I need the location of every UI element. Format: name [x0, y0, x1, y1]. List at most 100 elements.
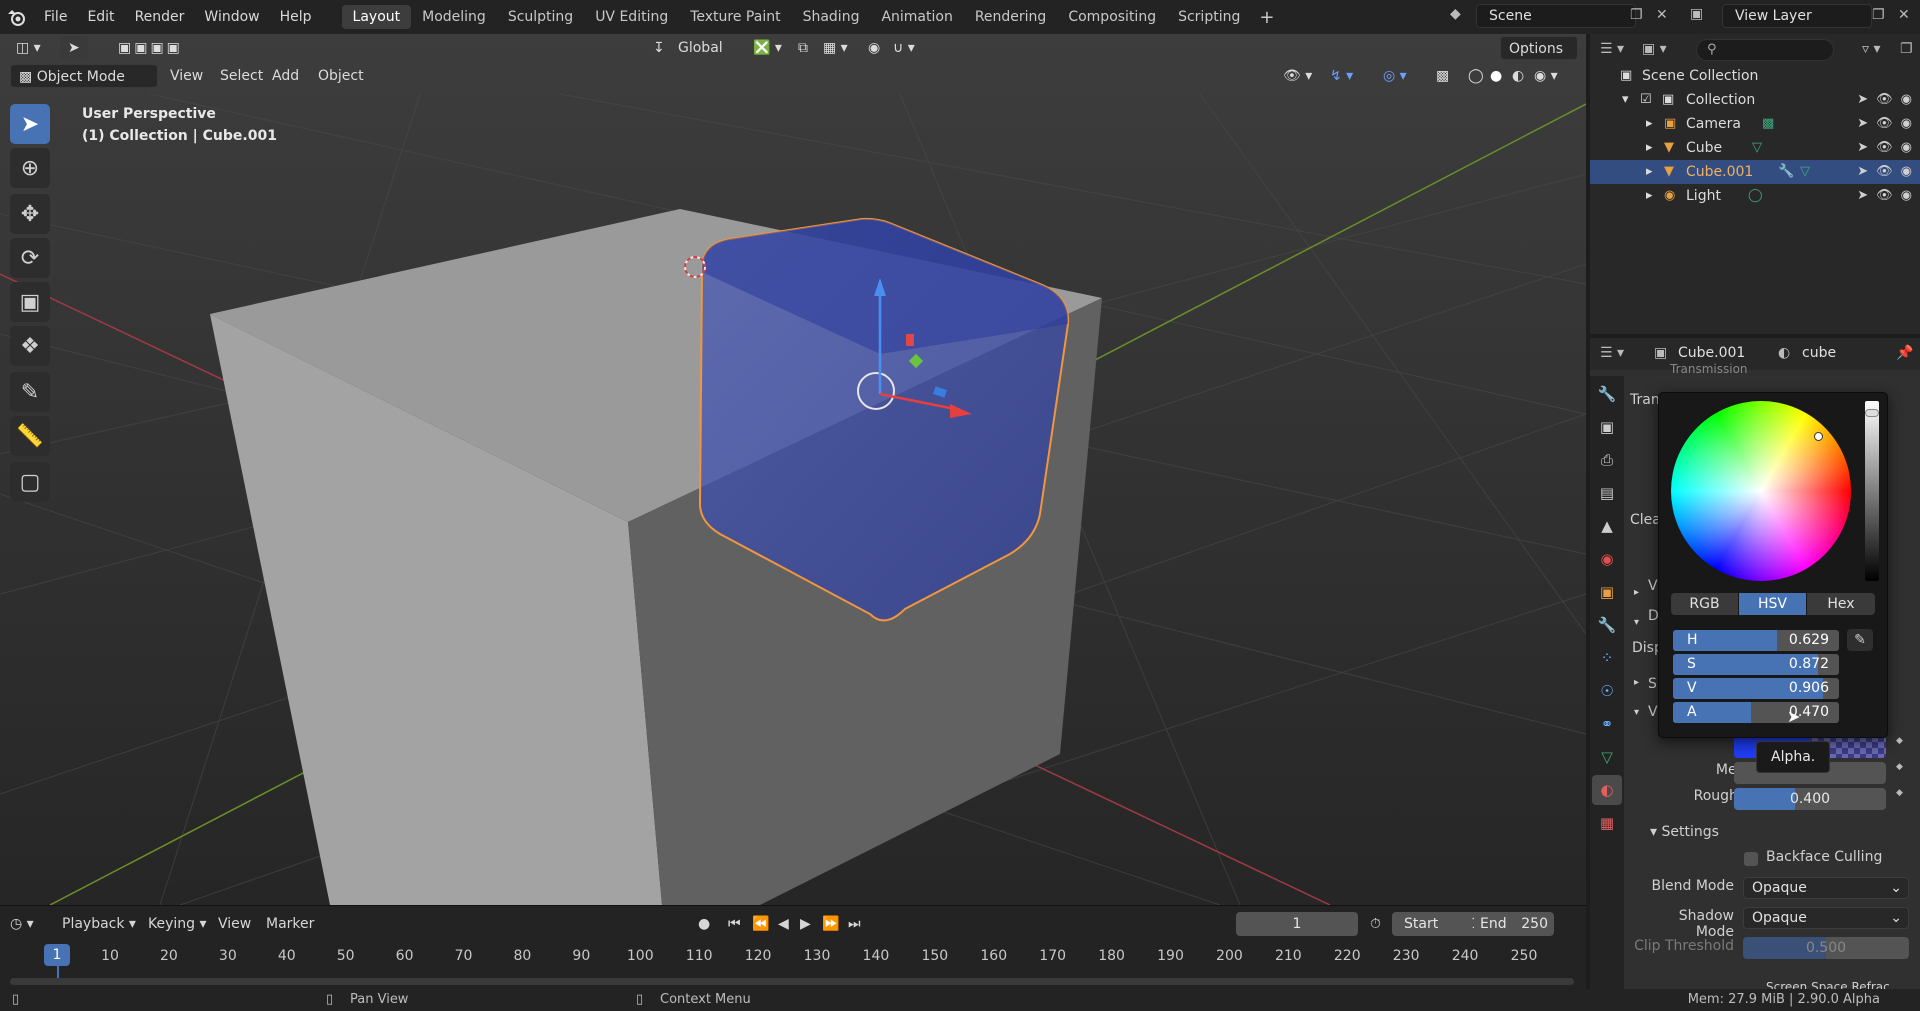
outliner-search-input[interactable]: ⚲	[1696, 39, 1834, 61]
move-tool-icon[interactable]: ✥	[10, 194, 50, 234]
select-mode-icons[interactable]: ▣▣▣▣	[110, 36, 191, 60]
physics-tab-icon[interactable]: ☉	[1592, 676, 1622, 706]
end-frame-field[interactable]: End 250	[1474, 912, 1554, 936]
value-slider[interactable]	[1865, 401, 1879, 581]
tab-layout[interactable]: Layout	[341, 5, 412, 29]
transform-orientation-dropdown[interactable]: Global	[670, 36, 731, 60]
view-layer-field[interactable]: View Layer	[1722, 4, 1872, 28]
settings-panel-partial[interactable]: S	[1648, 676, 1657, 692]
row-toggles[interactable]: ➤ 👁 ◉	[1857, 136, 1912, 160]
expand-arrow-icon[interactable]: ▸	[1646, 136, 1653, 160]
falloff-icon[interactable]: ∪ ▾	[885, 36, 923, 60]
frame-ruler[interactable]: 10 20 30 40 50 60 70 80 90 100 110 120 130 140 150 160 1…	[0, 940, 1586, 970]
menu-marker[interactable]: Marker	[266, 912, 314, 936]
new-collection-icon[interactable]: ❐	[1900, 41, 1913, 57]
pivot-point-icon[interactable]: ❎ ▾	[745, 36, 790, 60]
delete-scene-icon[interactable]: ✕	[1656, 7, 1668, 23]
proportional-edit-icon[interactable]: ◉	[860, 36, 888, 60]
current-frame-field[interactable]: 1	[1236, 912, 1358, 936]
tab-shading[interactable]: Shading	[792, 5, 871, 29]
tab-modeling[interactable]: Modeling	[411, 5, 497, 29]
add-workspace-icon[interactable]: +	[1251, 7, 1282, 28]
transform-tool-icon[interactable]: ❖	[10, 326, 50, 366]
outliner-item-camera[interactable]: ▸ ▣ Camera ▩ ➤ 👁 ◉	[1590, 112, 1920, 136]
menu-window[interactable]: Window	[194, 0, 269, 34]
annotate-tool-icon[interactable]: ✎	[10, 372, 50, 412]
menu-view[interactable]: View	[162, 64, 211, 88]
measure-tool-icon[interactable]: 📏	[10, 416, 50, 456]
select-tool-icon[interactable]: ➤	[60, 36, 88, 60]
menu-object[interactable]: Object	[310, 64, 372, 88]
backface-culling-checkbox[interactable]	[1744, 852, 1758, 866]
rotate-tool-icon[interactable]: ⟳	[10, 238, 50, 278]
playhead-frame-badge[interactable]: 1	[44, 944, 70, 966]
constraints-tab-icon[interactable]: ⚭	[1592, 709, 1622, 739]
outliner-item-cube001[interactable]: ▸ ▼ Cube.001 🔧 ▽ ➤ 👁 ◉	[1590, 160, 1920, 184]
scene-tab-icon[interactable]: ▲	[1592, 511, 1622, 541]
tool-tab-icon[interactable]: 🔧	[1592, 379, 1622, 409]
output-tab-icon[interactable]: ⎙	[1592, 445, 1622, 475]
data-tab-icon[interactable]: ▽	[1592, 742, 1622, 772]
hue-saturation-wheel[interactable]	[1671, 401, 1851, 581]
tab-texture-paint[interactable]: Texture Paint	[679, 5, 791, 29]
jump-start-icon[interactable]: ⏮	[728, 912, 741, 936]
xray-toggle-icon[interactable]: ▩	[1428, 64, 1457, 88]
mode-rgb-tab[interactable]: RGB	[1671, 593, 1738, 615]
properties-editor-type-icon[interactable]: ☰ ▾	[1600, 345, 1624, 361]
jump-end-icon[interactable]: ⏭	[848, 912, 861, 936]
snap-target-icon[interactable]: ▦ ▾	[815, 36, 856, 60]
row-toggles[interactable]: ➤ 👁 ◉	[1857, 112, 1912, 136]
mode-hex-tab[interactable]: Hex	[1807, 593, 1875, 615]
menu-help[interactable]: Help	[270, 0, 322, 34]
value-slider-handle[interactable]	[1865, 409, 1879, 417]
checkbox-icon[interactable]: ☑	[1640, 88, 1652, 112]
menu-render[interactable]: Render	[125, 0, 195, 34]
view-layer-tab-icon[interactable]: ▤	[1592, 478, 1622, 508]
menu-select[interactable]: Select	[212, 64, 271, 88]
outliner-editor-type-icon[interactable]: ☰ ▾	[1600, 41, 1624, 57]
expand-arrow-icon[interactable]: ▸	[1646, 184, 1653, 208]
clip-threshold-slider[interactable]: 0.500	[1743, 937, 1909, 959]
menu-keying[interactable]: Keying ▾	[148, 912, 207, 936]
tab-sculpting[interactable]: Sculpting	[497, 5, 584, 29]
shading-rendered-icon[interactable]: ◉ ▾	[1526, 64, 1566, 88]
filter-icon[interactable]: ▿ ▾	[1862, 41, 1881, 57]
blender-logo-icon[interactable]	[0, 0, 34, 34]
scene-selector-icon[interactable]: ◆	[1450, 6, 1461, 22]
play-icon[interactable]: ▶	[800, 912, 811, 936]
snap-icon[interactable]: ⧉	[790, 36, 816, 60]
world-tab-icon[interactable]: ◉	[1592, 544, 1622, 574]
row-toggles[interactable]: ➤ 👁 ◉	[1857, 88, 1912, 112]
new-view-layer-icon[interactable]: ❐	[1872, 7, 1885, 23]
visibility-icon[interactable]: 👁 ▾	[1275, 64, 1320, 88]
row-toggles[interactable]: ➤ 👁 ◉	[1857, 160, 1912, 184]
next-keyframe-icon[interactable]: ⏩	[822, 912, 839, 936]
pin-icon[interactable]: 📌	[1896, 345, 1913, 361]
tab-uv-editing[interactable]: UV Editing	[584, 5, 679, 29]
mode-hsv-tab[interactable]: HSV	[1739, 593, 1806, 615]
prev-keyframe-icon[interactable]: ⏪	[752, 912, 769, 936]
blend-mode-dropdown[interactable]: Opaque ⌄	[1743, 877, 1909, 899]
particles-tab-icon[interactable]: ⁘	[1592, 643, 1622, 673]
menu-timeline-view[interactable]: View	[218, 912, 251, 936]
settings-panel-header[interactable]: ▾ Settings	[1650, 824, 1719, 840]
object-tab-icon[interactable]: ▣	[1592, 577, 1622, 607]
cursor-tool-icon[interactable]: ⊕	[10, 148, 50, 188]
timeline-editor-type-icon[interactable]: ◷ ▾	[10, 912, 34, 936]
scale-tool-icon[interactable]: ▣	[10, 282, 50, 322]
view-layer-icon[interactable]: ▣	[1690, 6, 1703, 22]
3d-viewport[interactable]: ◫ ▾ ➤ ▣▣▣▣ ↧ Global ❎ ▾ ⧉ ▦ ▾ ◉ ∪ ▾ Opti…	[0, 34, 1586, 905]
overlays-toggle-icon[interactable]: ◎ ▾	[1375, 64, 1415, 88]
texture-tab-icon[interactable]: ▦	[1592, 808, 1622, 838]
saturation-field[interactable]: S 0.872	[1673, 654, 1839, 675]
viewport-scene[interactable]	[0, 34, 1586, 905]
options-dropdown[interactable]: Options	[1500, 36, 1578, 60]
mode-dropdown[interactable]: ▩ Object Mode	[10, 64, 158, 88]
delete-view-layer-icon[interactable]: ✕	[1898, 7, 1910, 23]
tab-rendering[interactable]: Rendering	[964, 5, 1058, 29]
tab-scripting[interactable]: Scripting	[1167, 5, 1251, 29]
volume-panel-partial[interactable]: V	[1648, 578, 1658, 594]
color-wheel-cursor[interactable]	[1814, 432, 1823, 441]
tab-animation[interactable]: Animation	[870, 5, 963, 29]
menu-file[interactable]: File	[34, 0, 77, 34]
